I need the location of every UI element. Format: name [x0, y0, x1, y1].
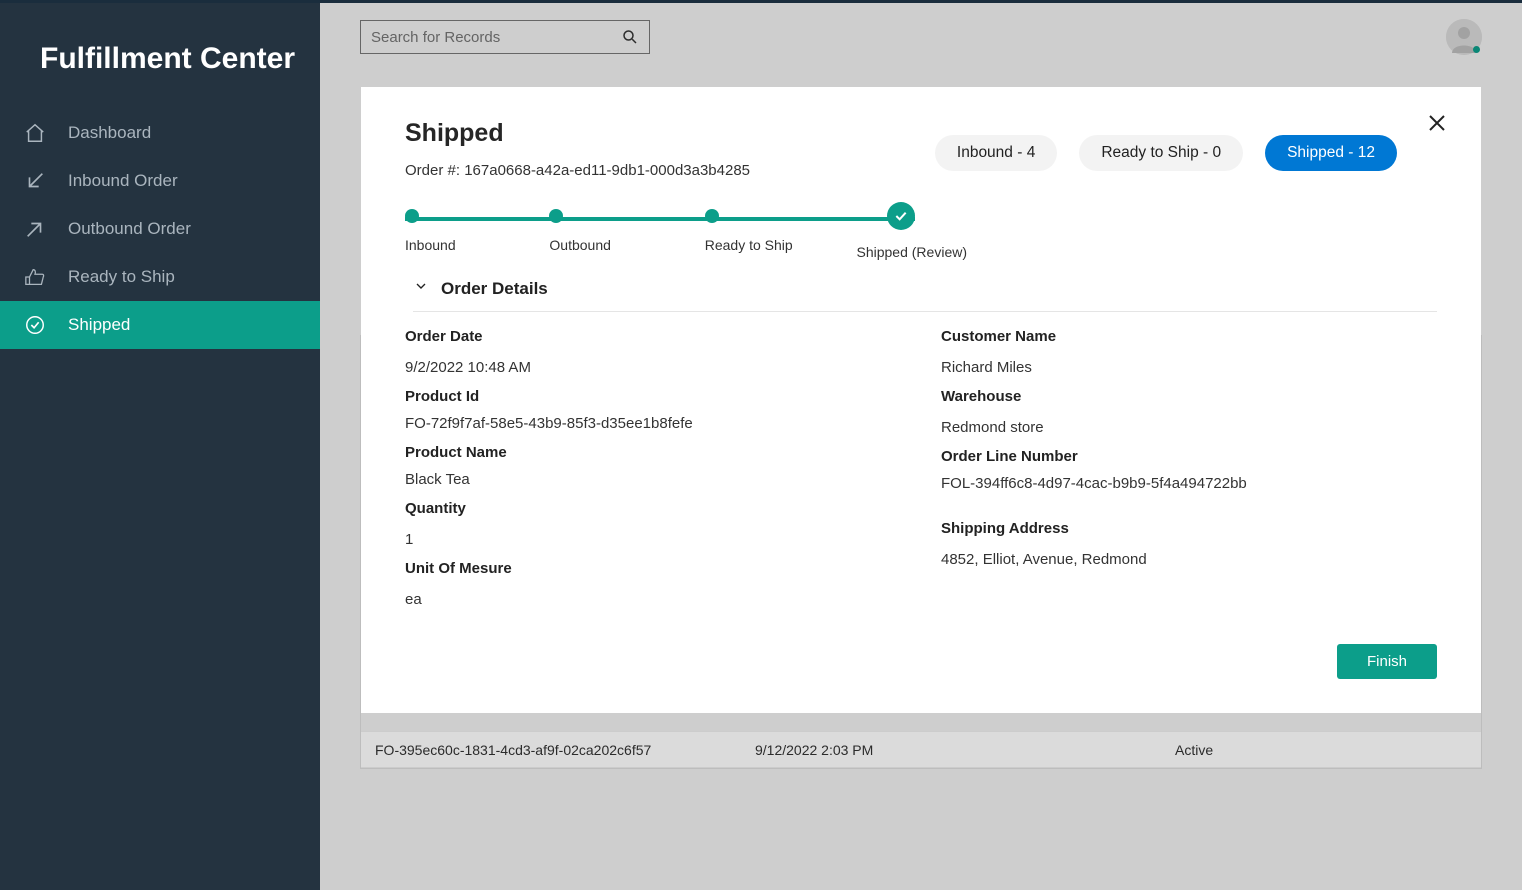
sidebar-item-label: Inbound Order	[68, 171, 178, 191]
order-number-value: 167a0668-a42a-ed11-9db1-000d3a3b4285	[464, 162, 750, 179]
step-dot-icon	[549, 209, 563, 223]
modal-title: Shipped	[405, 119, 750, 148]
customer-name-value: Richard Miles	[941, 359, 1437, 376]
modal-footer: Finish	[405, 644, 1437, 679]
warehouse-value: Redmond store	[941, 419, 1437, 436]
step-inbound: Inbound	[405, 209, 456, 260]
app-root: Fulfillment Center Dashboard Inbound Ord…	[0, 0, 1522, 890]
progress-steps: Inbound Outbound Ready to Ship	[405, 209, 967, 260]
sidebar-item-inbound[interactable]: Inbound Order	[0, 157, 320, 205]
chevron-down-icon	[413, 278, 429, 299]
ship-addr-label: Shipping Address	[941, 520, 1437, 537]
check-circle-icon	[24, 314, 46, 336]
finish-button[interactable]: Finish	[1337, 644, 1437, 679]
modal-header: Shipped Order #: 167a0668-a42a-ed11-9db1…	[405, 119, 1437, 179]
details-col-left: Order Date 9/2/2022 10:48 AM Product Id …	[405, 328, 941, 620]
oln-value: FOL-394ff6c8-4d97-4cac-b9b9-5f4a494722bb	[941, 475, 1437, 492]
product-name-label: Product Name	[405, 444, 901, 461]
step-label: Inbound	[405, 237, 456, 253]
step-dot-icon	[705, 209, 719, 223]
quantity-value: 1	[405, 531, 901, 548]
sidebar-item-label: Dashboard	[68, 123, 151, 143]
uom-label: Unit Of Mesure	[405, 560, 901, 577]
step-label: Outbound	[549, 237, 611, 253]
modal-overlay: Shipped Order #: 167a0668-a42a-ed11-9db1…	[320, 3, 1522, 890]
arrow-up-right-icon	[24, 218, 46, 240]
order-date-label: Order Date	[405, 328, 901, 345]
sidebar-item-label: Outbound Order	[68, 219, 191, 239]
sidebar-nav: Dashboard Inbound Order Outbound Order R…	[0, 109, 320, 349]
sidebar: Fulfillment Center Dashboard Inbound Ord…	[0, 3, 320, 890]
details-col-right: Customer Name Richard Miles Warehouse Re…	[941, 328, 1437, 620]
status-pills: Inbound - 4 Ready to Ship - 0 Shipped - …	[935, 135, 1397, 171]
step-outbound: Outbound	[549, 209, 611, 260]
warehouse-label: Warehouse	[941, 388, 1437, 405]
product-id-value: FO-72f9f7af-58e5-43b9-85f3-d35ee1b8fefe	[405, 415, 901, 432]
order-number-label: Order #:	[405, 162, 460, 179]
sidebar-item-dashboard[interactable]: Dashboard	[0, 109, 320, 157]
sidebar-item-ready[interactable]: Ready to Ship	[0, 253, 320, 301]
order-number: Order #: 167a0668-a42a-ed11-9db1-000d3a3…	[405, 162, 750, 179]
step-dot-icon	[405, 209, 419, 223]
arrow-down-left-icon	[24, 170, 46, 192]
step-ready: Ready to Ship	[705, 209, 793, 260]
order-date-value: 9/2/2022 10:48 AM	[405, 359, 901, 376]
pill-ready[interactable]: Ready to Ship - 0	[1079, 135, 1243, 171]
product-name-value: Black Tea	[405, 471, 901, 488]
quantity-label: Quantity	[405, 500, 901, 517]
close-button[interactable]	[1425, 111, 1449, 135]
sidebar-item-label: Shipped	[68, 315, 130, 335]
sidebar-item-label: Ready to Ship	[68, 267, 175, 287]
progress-track: Inbound Outbound Ready to Ship	[405, 205, 985, 260]
modal-header-left: Shipped Order #: 167a0668-a42a-ed11-9db1…	[405, 119, 750, 179]
collapse-title: Order Details	[441, 279, 548, 299]
thumbs-up-icon	[24, 266, 46, 288]
home-icon	[24, 122, 46, 144]
collapse-order-details[interactable]: Order Details	[413, 278, 1437, 312]
app-title: Fulfillment Center	[0, 3, 320, 109]
step-label: Ready to Ship	[705, 237, 793, 253]
details-grid: Order Date 9/2/2022 10:48 AM Product Id …	[405, 328, 1437, 620]
step-shipped: Shipped (Review)	[887, 209, 968, 260]
customer-name-label: Customer Name	[941, 328, 1437, 345]
main-area: FO-395ec60c-1831-4cd3-af9f-02ca202c6f57 …	[320, 3, 1522, 890]
pill-inbound[interactable]: Inbound - 4	[935, 135, 1057, 171]
uom-value: ea	[405, 591, 901, 608]
step-check-icon	[887, 202, 915, 230]
sidebar-item-outbound[interactable]: Outbound Order	[0, 205, 320, 253]
ship-addr-value: 4852, Elliot, Avenue, Redmond	[941, 551, 1437, 568]
product-id-label: Product Id	[405, 388, 901, 405]
oln-label: Order Line Number	[941, 448, 1437, 465]
step-label: Shipped (Review)	[857, 244, 968, 260]
shipped-modal: Shipped Order #: 167a0668-a42a-ed11-9db1…	[361, 87, 1481, 713]
sidebar-item-shipped[interactable]: Shipped	[0, 301, 320, 349]
pill-shipped[interactable]: Shipped - 12	[1265, 135, 1397, 171]
